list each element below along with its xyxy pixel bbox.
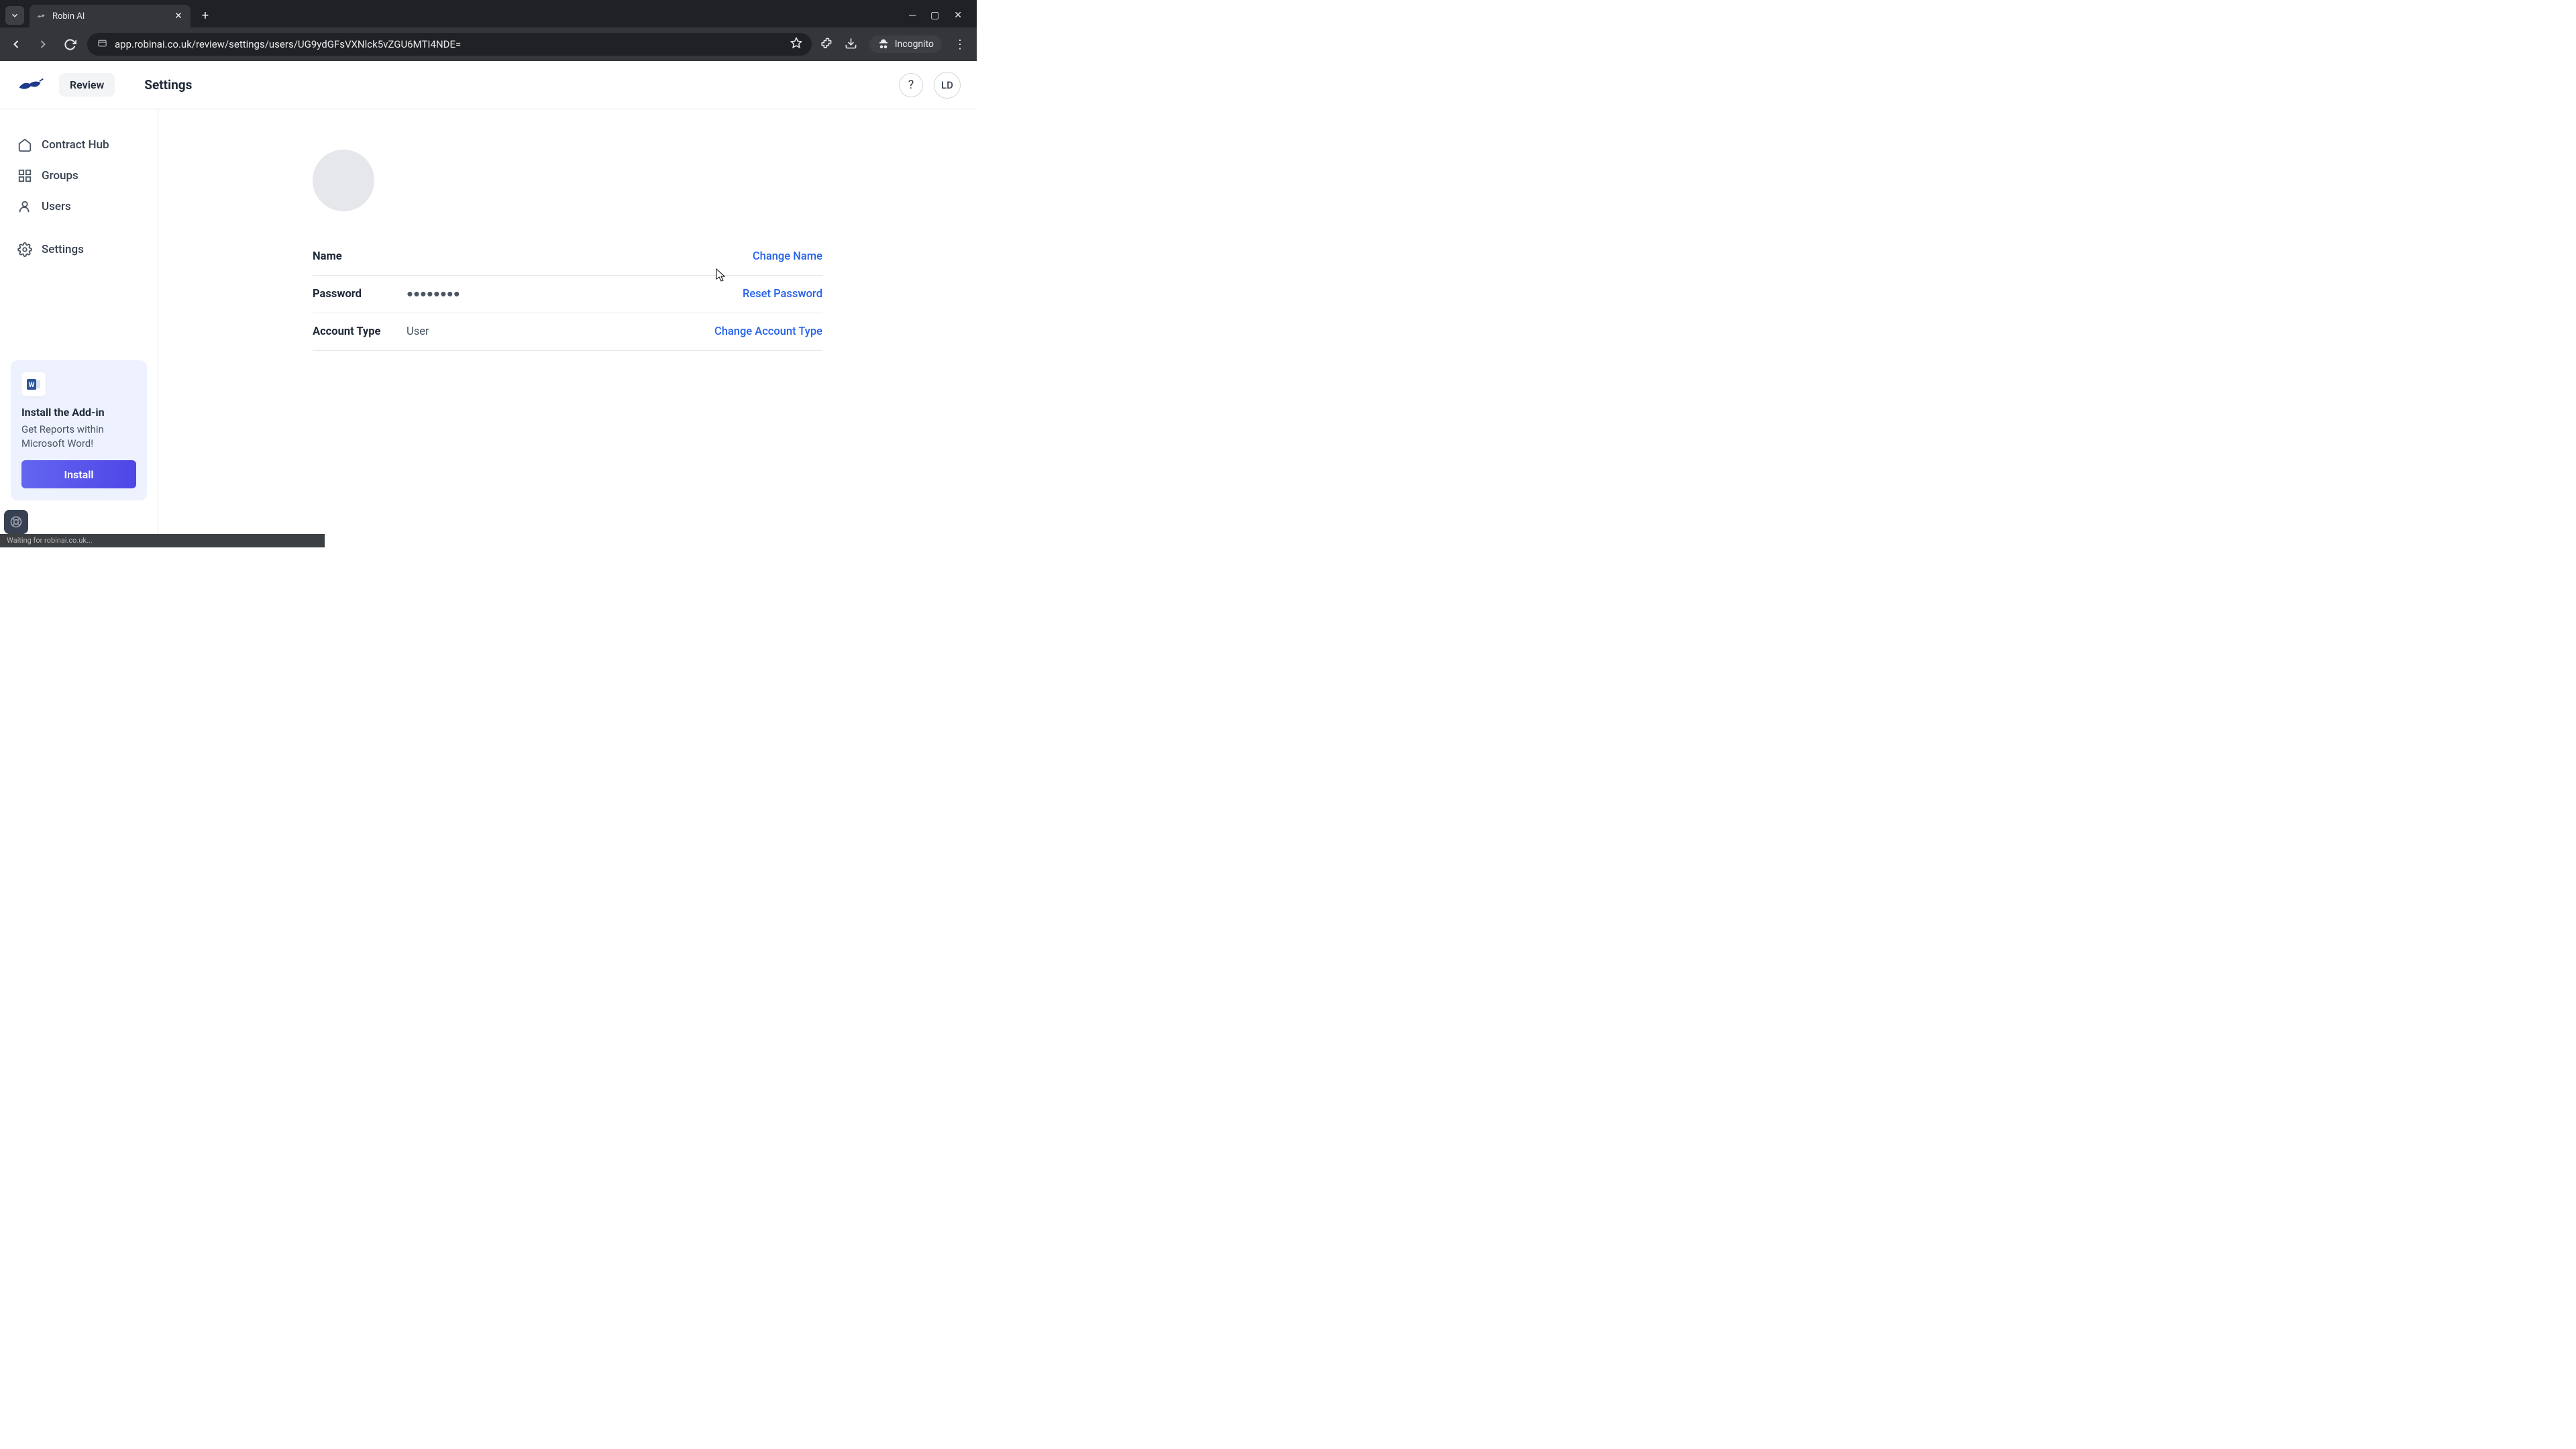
sidebar-item-settings[interactable]: Settings [11,234,147,265]
reload-button[interactable] [60,35,79,54]
new-tab-button[interactable]: + [196,6,215,25]
row-label: Name [313,250,407,263]
sidebar-item-contract-hub[interactable]: Contract Hub [11,129,147,160]
review-label: Review [70,78,104,91]
forward-button[interactable] [34,35,52,54]
help-icon: ? [908,78,914,92]
row-label: Password [313,288,407,301]
change-account-type-link[interactable]: Change Account Type [714,325,822,338]
app-logo[interactable] [16,75,46,95]
promo-title: Install the Add-in [21,406,136,419]
browser-menu-icon[interactable]: ⋮ [954,38,966,52]
sidebar-item-label: Groups [42,169,78,182]
help-button[interactable]: ? [899,73,923,97]
profile-row-password: Password ●●●●●●●● Reset Password [313,276,822,313]
user-avatar[interactable]: LD [934,72,961,99]
incognito-badge[interactable]: Incognito [869,36,942,53]
reset-password-link[interactable]: Reset Password [743,288,822,301]
svg-text:W: W [29,382,35,389]
back-button[interactable] [7,35,25,54]
review-nav-button[interactable]: Review [59,73,115,97]
sidebar-item-groups[interactable]: Groups [11,160,147,191]
addin-promo-card: W Install the Add-in Get Reports within … [11,360,147,500]
sidebar-item-label: Settings [42,243,84,256]
sidebar-item-label: Users [42,200,71,213]
change-name-link[interactable]: Change Name [753,250,822,263]
promo-body: Get Reports within Microsoft Word! [21,423,136,451]
tab-favicon [36,11,47,21]
tab-close-icon[interactable]: ✕ [173,11,184,21]
window-close-icon[interactable]: ✕ [954,10,962,21]
avatar-initials: LD [941,79,953,91]
install-button[interactable]: Install [21,460,136,488]
site-info-icon[interactable] [97,38,108,52]
home-icon [17,138,32,152]
row-label: Account Type [313,325,407,338]
downloads-icon[interactable] [845,37,857,52]
incognito-label: Incognito [895,39,934,50]
row-value: ●●●●●●●● [407,288,743,301]
browser-status-bar: Waiting for robinai.co.uk... [0,534,325,547]
word-icon: W [21,372,46,396]
grid-icon [17,168,32,183]
row-value: User [407,325,714,338]
profile-picture-placeholder[interactable] [313,150,374,211]
address-bar[interactable]: app.robinai.co.uk/review/settings/users/… [87,33,812,56]
lifebuoy-icon [9,515,23,529]
user-icon [17,199,32,214]
sidebar-item-label: Contract Hub [42,138,109,152]
url-text: app.robinai.co.uk/review/settings/users/… [115,38,784,50]
window-minimize-icon[interactable]: ─ [909,9,916,21]
gear-icon [17,242,32,257]
window-maximize-icon[interactable]: ▢ [930,10,939,21]
browser-tab[interactable]: Robin AI ✕ [30,5,191,28]
bookmark-icon[interactable] [790,37,802,52]
profile-row-account-type: Account Type User Change Account Type [313,313,822,351]
profile-row-name: Name Change Name [313,238,822,276]
tab-title: Robin AI [52,11,85,21]
support-fab[interactable] [4,510,28,534]
tab-search-button[interactable] [5,6,24,25]
page-title: Settings [144,77,192,93]
extensions-icon[interactable] [820,37,833,52]
sidebar-item-users[interactable]: Users [11,191,147,222]
